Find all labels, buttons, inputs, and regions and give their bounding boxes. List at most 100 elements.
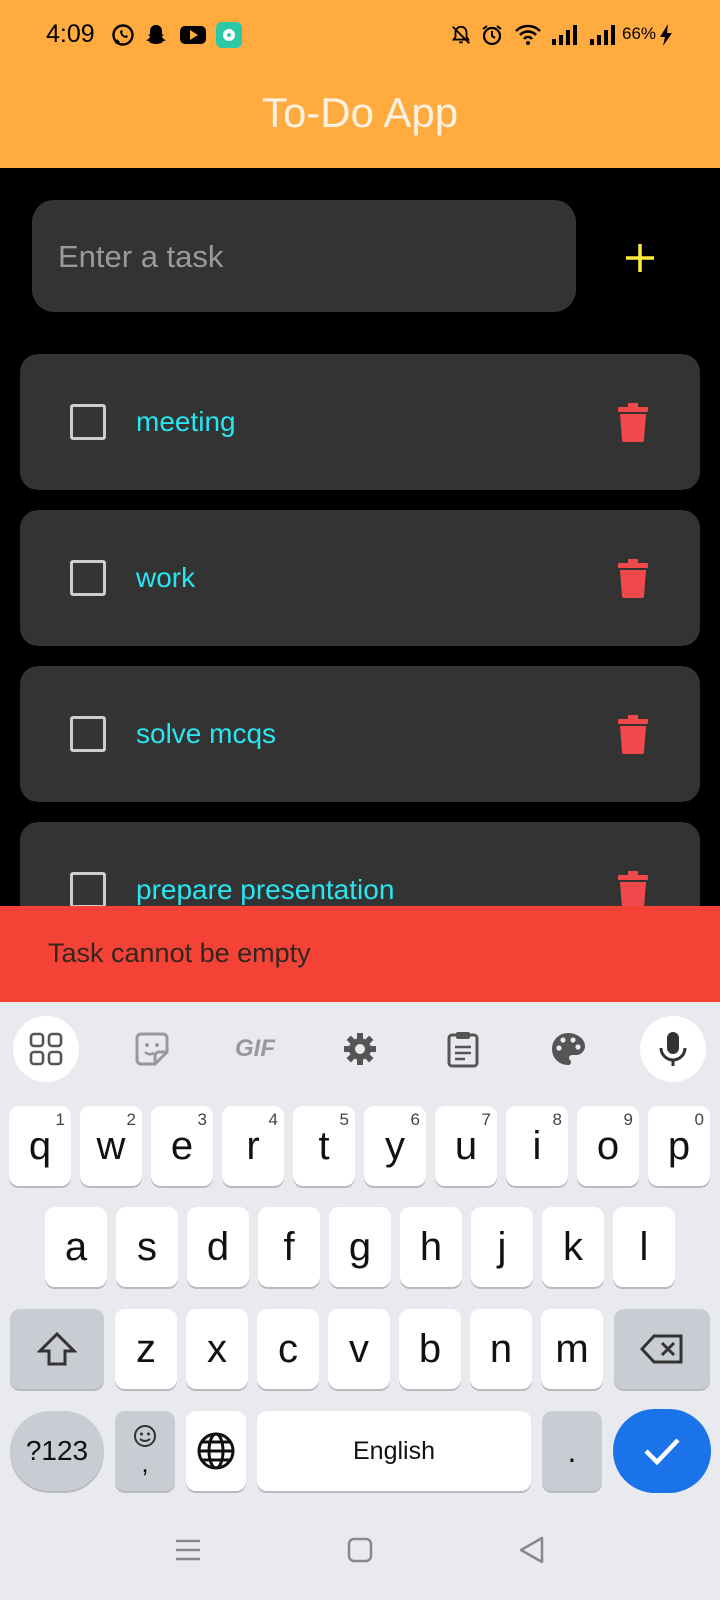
key-l[interactable]: l	[613, 1207, 675, 1287]
language-key[interactable]	[186, 1411, 246, 1491]
check-icon	[644, 1438, 680, 1466]
key-number-hint: 0	[694, 1110, 704, 1129]
app-bar: To-Do App	[0, 72, 720, 168]
key-label: j	[497, 1224, 507, 1269]
key-c[interactable]: c	[257, 1309, 319, 1389]
task-card[interactable]: meeting	[20, 354, 700, 490]
clipboard-icon[interactable]	[430, 1016, 496, 1082]
youtube-icon	[178, 22, 208, 48]
delete-icon[interactable]	[616, 402, 650, 442]
emoji-comma-key[interactable]: ,	[115, 1411, 175, 1491]
key-d[interactable]: d	[187, 1207, 249, 1287]
wifi-icon	[513, 22, 543, 48]
task-checkbox[interactable]	[70, 716, 106, 752]
key-f[interactable]: f	[258, 1207, 320, 1287]
key-label: l	[639, 1224, 649, 1269]
home-nav-button[interactable]	[340, 1530, 380, 1570]
key-q[interactable]: q1	[9, 1106, 71, 1186]
key-m[interactable]: m	[541, 1309, 603, 1389]
task-input[interactable]	[56, 200, 540, 314]
task-checkbox[interactable]	[70, 404, 106, 440]
snapchat-icon	[143, 22, 169, 48]
status-time: 4:09	[46, 20, 95, 48]
key-x[interactable]: x	[186, 1309, 248, 1389]
key-label: c	[278, 1326, 298, 1371]
delete-icon[interactable]	[616, 558, 650, 598]
key-y[interactable]: y6	[364, 1106, 426, 1186]
key-number-hint: 8	[552, 1110, 562, 1129]
key-label: w	[96, 1123, 126, 1168]
key-label: q	[28, 1123, 52, 1168]
palette-icon[interactable]	[535, 1016, 601, 1082]
key-z[interactable]: z	[115, 1309, 177, 1389]
key-t[interactable]: t5	[293, 1106, 355, 1186]
shift-key[interactable]	[10, 1309, 104, 1389]
gif-icon[interactable]: GIF	[222, 1016, 288, 1082]
key-number-hint: 1	[55, 1110, 65, 1129]
key-label: v	[349, 1326, 369, 1371]
task-checkbox[interactable]	[70, 560, 106, 596]
key-j[interactable]: j	[471, 1207, 533, 1287]
globe-icon	[197, 1432, 235, 1470]
settings-icon[interactable]	[327, 1016, 393, 1082]
key-label: k	[563, 1224, 583, 1269]
key-number-hint: 4	[268, 1110, 278, 1129]
key-i[interactable]: i8	[506, 1106, 568, 1186]
task-label: solve mcqs	[136, 718, 277, 749]
task-card[interactable]: solve mcqs	[20, 666, 700, 802]
done-key[interactable]	[613, 1409, 711, 1493]
menu-icon	[176, 1539, 200, 1561]
key-o[interactable]: o9	[577, 1106, 639, 1186]
snackbar-message: Task cannot be empty	[48, 938, 311, 968]
shift-icon	[37, 1331, 77, 1366]
key-label: p	[667, 1123, 691, 1168]
key-v[interactable]: v	[328, 1309, 390, 1389]
key-r[interactable]: r4	[222, 1106, 284, 1186]
key-e[interactable]: e3	[151, 1106, 213, 1186]
menu-nav-button[interactable]	[168, 1530, 208, 1570]
period-key[interactable]: .	[542, 1411, 602, 1491]
key-number-hint: 5	[339, 1110, 349, 1129]
mic-icon[interactable]	[640, 1016, 706, 1082]
key-p[interactable]: p0	[648, 1106, 710, 1186]
apps-icon[interactable]	[13, 1016, 79, 1082]
backspace-icon	[640, 1334, 683, 1364]
key-number-hint: 7	[481, 1110, 491, 1129]
task-label: prepare presentation	[136, 874, 395, 905]
delete-icon[interactable]	[616, 870, 650, 910]
key-label: a	[64, 1224, 88, 1269]
task-input-container[interactable]	[32, 200, 576, 314]
delete-icon[interactable]	[616, 714, 650, 754]
key-label: u	[454, 1123, 478, 1168]
key-n[interactable]: n	[470, 1309, 532, 1389]
backspace-key[interactable]	[614, 1309, 710, 1389]
sticker-icon[interactable]	[119, 1016, 185, 1082]
key-label: d	[206, 1224, 230, 1269]
back-nav-button[interactable]	[512, 1530, 552, 1570]
space-key[interactable]: English	[257, 1411, 531, 1491]
task-label: meeting	[136, 406, 236, 437]
error-snackbar: Task cannot be empty	[0, 906, 720, 1002]
comma-label: ,	[141, 1447, 149, 1478]
key-a[interactable]: a	[45, 1207, 107, 1287]
key-k[interactable]: k	[542, 1207, 604, 1287]
signal-icon	[588, 22, 616, 48]
symbols-key[interactable]: ?123	[10, 1411, 104, 1491]
key-u[interactable]: u7	[435, 1106, 497, 1186]
plus-icon	[626, 244, 654, 272]
key-label: g	[348, 1224, 372, 1269]
key-s[interactable]: s	[116, 1207, 178, 1287]
home-icon	[347, 1537, 373, 1563]
task-checkbox[interactable]	[70, 872, 106, 908]
key-label: z	[136, 1326, 156, 1371]
key-w[interactable]: w2	[80, 1106, 142, 1186]
key-h[interactable]: h	[400, 1207, 462, 1287]
key-g[interactable]: g	[329, 1207, 391, 1287]
key-number-hint: 2	[126, 1110, 136, 1129]
alarm-icon	[479, 22, 505, 48]
add-task-button[interactable]	[612, 230, 668, 286]
key-b[interactable]: b	[399, 1309, 461, 1389]
whatsapp-icon	[110, 22, 136, 48]
back-icon	[519, 1536, 544, 1564]
task-card[interactable]: work	[20, 510, 700, 646]
